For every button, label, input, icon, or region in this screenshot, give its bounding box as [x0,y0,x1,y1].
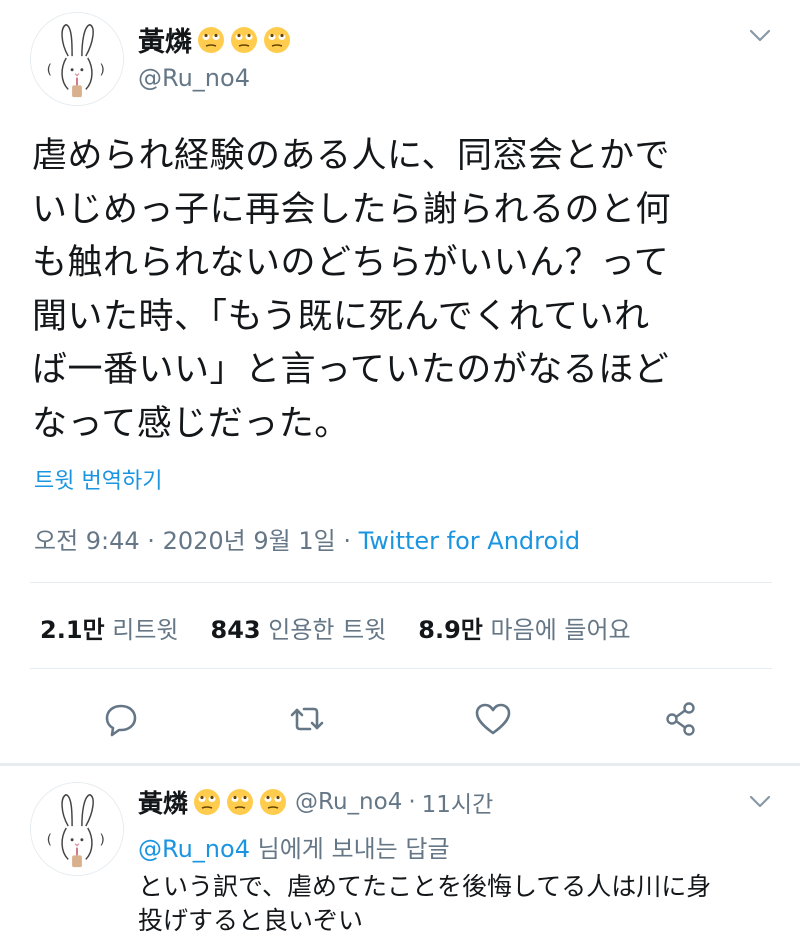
face-with-rolling-eyes-icon [226,788,254,816]
reply-header: 黃燐 @Ru_no4 · 11시간 [138,784,493,820]
reply-icon[interactable] [102,700,140,738]
reply-text-line: という訳で、虐めてたことを後悔してる人は川に身 [138,872,712,901]
svg-text:): ) [100,832,105,848]
reply-timestamp[interactable]: 11시간 [422,785,494,819]
svg-text:(: ( [47,832,52,848]
reply-text-line: 投げすると良いぞい [138,906,364,935]
chevron-down-icon[interactable] [748,794,772,810]
tweet-text-line: 虐められ経験のある人に、同窓会とかで [32,136,670,176]
retweets-count: 2.1만 [40,616,105,644]
tweet-metadata: 오전 9:44 · 2020년 9월 1일 · Twitter for Andr… [34,521,580,556]
tweet-text-line: も触れられないのどちらがいいん？って [32,243,670,283]
divider [30,668,772,669]
tweet-text: 虐められ経験のある人に、同窓会とかで いじめっ子に再会したら謝られるのと何 も触… [32,130,772,451]
retweets-label: 리트윗 [112,616,179,644]
reply-author-avatar[interactable]: ( ) [30,782,124,876]
reply-text: という訳で、虐めてたことを後悔してる人は川に身 投げすると良いぞい [138,870,778,938]
share-icon[interactable] [662,700,700,738]
author-handle[interactable]: @Ru_no4 [138,64,250,92]
svg-text:): ) [100,62,105,78]
author-avatar[interactable]: ( ) [30,12,124,106]
replying-to-mention[interactable]: @Ru_no4 [138,835,250,863]
section-separator [0,763,800,766]
likes-count: 8.9만 [418,616,483,644]
face-with-rolling-eyes-icon [263,26,291,54]
reply-author-name-text: 黃燐 [138,789,189,818]
tweet-source-link[interactable]: Twitter for Android [359,527,580,555]
replying-to: @Ru_no4 님에게 보내는 답글 [138,829,450,864]
tweet-text-line: ば一番いい」と言っていたのがなるほど [32,350,670,390]
tweet-text-line: 聞いた時、「もう既に死んでくれていれ [32,296,650,337]
replying-to-suffix: 님에게 보내는 답글 [257,835,450,863]
reply-dot: · [408,789,416,815]
likes-stat[interactable]: 8.9만 마음에 들어요 [418,610,630,645]
reply-author-name[interactable]: 黃燐 [138,784,287,820]
retweet-icon[interactable] [288,700,326,738]
author-name[interactable]: 黃燐 [138,20,291,59]
tweet-timestamp[interactable]: 오전 9:44 · 2020년 9월 1일 · [34,527,351,555]
tweet-stats: 2.1만 리트윗 843 인용한 트윗 8.9만 마음에 들어요 [40,610,663,645]
svg-text:(: ( [47,62,52,78]
tweet-actions [0,700,800,744]
like-icon[interactable] [474,700,512,738]
face-with-rolling-eyes-icon [230,26,258,54]
tweet-text-line: なって感じだった。 [32,403,350,444]
quotes-count: 843 [210,616,261,644]
face-with-rolling-eyes-icon [259,788,287,816]
quotes-label: 인용한 트윗 [268,616,387,644]
face-with-rolling-eyes-icon [193,788,221,816]
divider [30,582,772,583]
translate-tweet-link[interactable]: 트윗 번역하기 [34,463,162,495]
tweet-text-line: いじめっ子に再会したら謝られるのと何 [32,189,672,230]
retweets-stat[interactable]: 2.1만 리트윗 [40,610,179,645]
face-with-rolling-eyes-icon [197,26,225,54]
quotes-stat[interactable]: 843 인용한 트윗 [211,610,387,645]
likes-label: 마음에 들어요 [490,616,631,644]
reply-author-handle[interactable]: @Ru_no4 [295,789,402,815]
author-name-text: 黃燐 [138,27,192,58]
chevron-down-icon[interactable] [748,28,772,44]
